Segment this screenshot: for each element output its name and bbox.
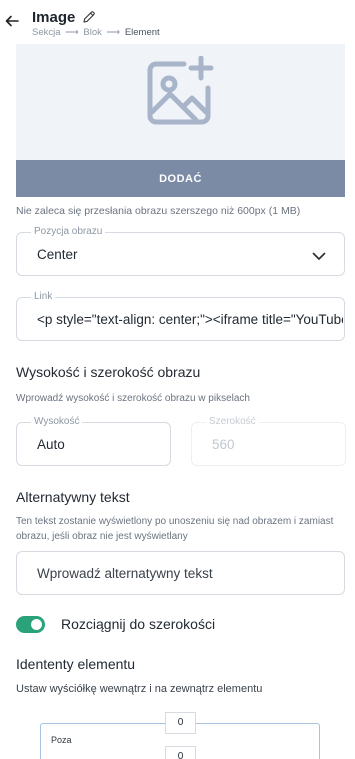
breadcrumb-arrow: ⟶ bbox=[65, 27, 79, 38]
stretch-toggle-label: Rozciągnij do szerokości bbox=[61, 616, 216, 632]
header: Image Sekcja ⟶ Blok ⟶ Element bbox=[0, 0, 355, 44]
height-field[interactable]: Wysokość Auto bbox=[16, 416, 171, 466]
link-field[interactable]: Link <p style="text-align: center;"><ifr… bbox=[16, 291, 345, 341]
image-upload-area[interactable] bbox=[16, 44, 345, 160]
alt-text-placeholder[interactable]: Wprowadź alternatywny tekst bbox=[37, 566, 213, 581]
link-value[interactable]: <p style="text-align: center;"><iframe t… bbox=[37, 312, 343, 327]
image-position-value: Center bbox=[37, 247, 78, 262]
alt-text-title: Alternatywny tekst bbox=[16, 489, 130, 505]
back-arrow-icon[interactable] bbox=[4, 12, 22, 34]
pencil-icon[interactable] bbox=[82, 10, 96, 24]
upload-hint: Nie zaleca się przesłania obrazu szersze… bbox=[16, 205, 301, 217]
breadcrumb-item[interactable]: Sekcja bbox=[32, 27, 61, 38]
add-image-icon bbox=[144, 55, 220, 128]
width-legend: Szerokość bbox=[206, 416, 259, 428]
inner-top-input[interactable]: 0 bbox=[165, 746, 196, 759]
add-image-button[interactable]: DODAĆ bbox=[16, 160, 345, 197]
page-title: Image bbox=[32, 8, 76, 26]
width-field: Szerokość 560 bbox=[191, 416, 346, 466]
link-legend: Link bbox=[31, 291, 56, 303]
alt-text-field[interactable]: Wprowadź alternatywny tekst bbox=[16, 551, 345, 595]
spacing-title: Idententy elementu bbox=[16, 656, 136, 672]
height-value[interactable]: Auto bbox=[37, 437, 65, 452]
dimensions-description: Wprowadź wysokość i szerokość obrazu w p… bbox=[16, 393, 250, 404]
breadcrumb-item[interactable]: Blok bbox=[83, 27, 101, 38]
image-position-select[interactable]: Pozycja obrazu Center bbox=[16, 226, 345, 276]
outer-spacing-label: Poza bbox=[51, 735, 72, 745]
image-position-legend: Pozycja obrazu bbox=[31, 226, 106, 238]
breadcrumb-arrow: ⟶ bbox=[106, 27, 121, 38]
width-value: 560 bbox=[212, 437, 235, 452]
alt-text-description: Ten tekst zostanie wyświetlony po unosze… bbox=[16, 516, 334, 542]
breadcrumb-current: Element bbox=[124, 27, 160, 38]
chevron-down-icon bbox=[312, 248, 326, 260]
dimensions-title: Wysokość i szerokość obrazu bbox=[16, 364, 201, 380]
spacing-description: Ustaw wyściółkę wewnątrz i na zewnątrz e… bbox=[16, 683, 263, 695]
height-legend: Wysokość bbox=[31, 416, 83, 428]
outer-top-input[interactable]: 0 bbox=[165, 712, 196, 734]
stretch-toggle[interactable] bbox=[16, 616, 45, 633]
toggle-knob bbox=[31, 619, 42, 630]
title-row: Image bbox=[32, 7, 96, 27]
breadcrumb: Sekcja ⟶ Blok ⟶ Element bbox=[32, 27, 160, 38]
